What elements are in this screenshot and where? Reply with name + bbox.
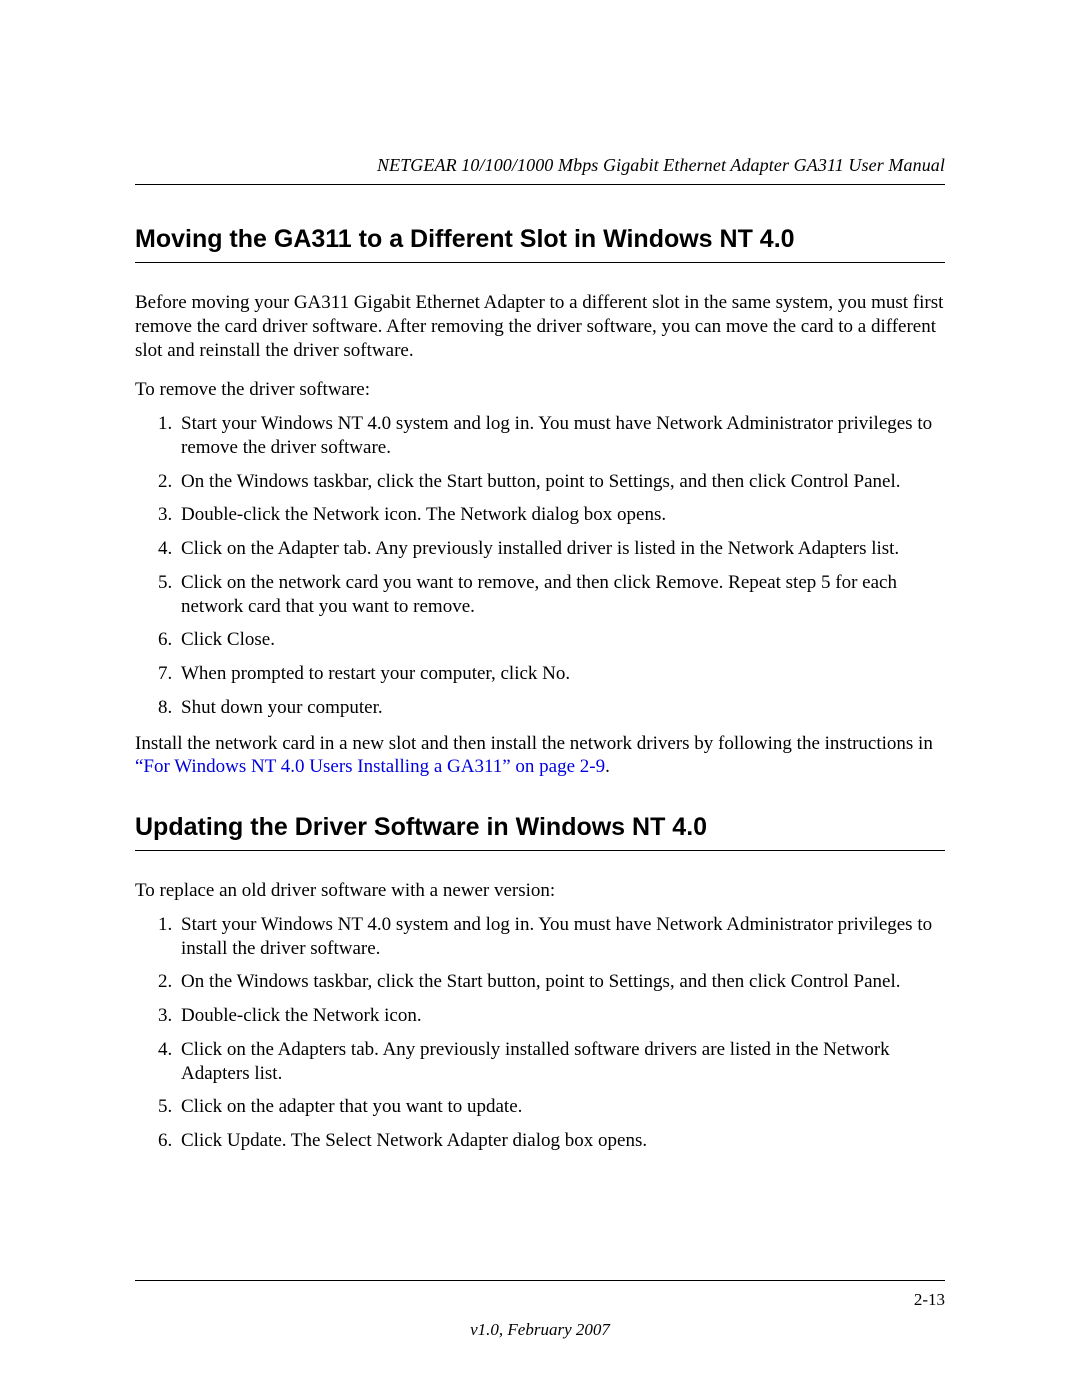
page-number: 2-13 bbox=[914, 1290, 945, 1310]
section1-steps: Start your Windows NT 4.0 system and log… bbox=[135, 412, 945, 720]
list-item: On the Windows taskbar, click the Start … bbox=[177, 470, 945, 494]
list-item: Click Close. bbox=[177, 628, 945, 652]
list-item: On the Windows taskbar, click the Start … bbox=[177, 970, 945, 994]
list-item: Double-click the Network icon. The Netwo… bbox=[177, 503, 945, 527]
section-heading-moving-slot: Moving the GA311 to a Different Slot in … bbox=[135, 225, 945, 263]
list-item: When prompted to restart your computer, … bbox=[177, 662, 945, 686]
list-item: Click on the network card you want to re… bbox=[177, 571, 945, 619]
manual-page: NETGEAR 10/100/1000 Mbps Gigabit Etherne… bbox=[0, 0, 1080, 1397]
list-item: Shut down your computer. bbox=[177, 696, 945, 720]
content-area: NETGEAR 10/100/1000 Mbps Gigabit Etherne… bbox=[135, 155, 945, 1153]
after-text-pre: Install the network card in a new slot a… bbox=[135, 733, 933, 754]
version-footer: v1.0, February 2007 bbox=[0, 1320, 1080, 1340]
section2-intro: To replace an old driver software with a… bbox=[135, 879, 945, 903]
list-item: Click on the adapter that you want to up… bbox=[177, 1095, 945, 1119]
section1-intro: Before moving your GA311 Gigabit Etherne… bbox=[135, 291, 945, 362]
list-item: Start your Windows NT 4.0 system and log… bbox=[177, 913, 945, 961]
list-item: Click on the Adapters tab. Any previousl… bbox=[177, 1038, 945, 1086]
cross-reference-link[interactable]: “For Windows NT 4.0 Users Installing a G… bbox=[135, 756, 605, 777]
section1-after: Install the network card in a new slot a… bbox=[135, 732, 945, 780]
list-item: Click on the Adapter tab. Any previously… bbox=[177, 537, 945, 561]
footer-rule bbox=[135, 1280, 945, 1281]
list-item: Double-click the Network icon. bbox=[177, 1004, 945, 1028]
running-header: NETGEAR 10/100/1000 Mbps Gigabit Etherne… bbox=[135, 155, 945, 185]
section1-lead: To remove the driver software: bbox=[135, 378, 945, 402]
list-item: Click Update. The Select Network Adapter… bbox=[177, 1129, 945, 1153]
after-text-post: . bbox=[605, 756, 610, 777]
section-heading-updating-driver: Updating the Driver Software in Windows … bbox=[135, 813, 945, 851]
section2-steps: Start your Windows NT 4.0 system and log… bbox=[135, 913, 945, 1153]
list-item: Start your Windows NT 4.0 system and log… bbox=[177, 412, 945, 460]
